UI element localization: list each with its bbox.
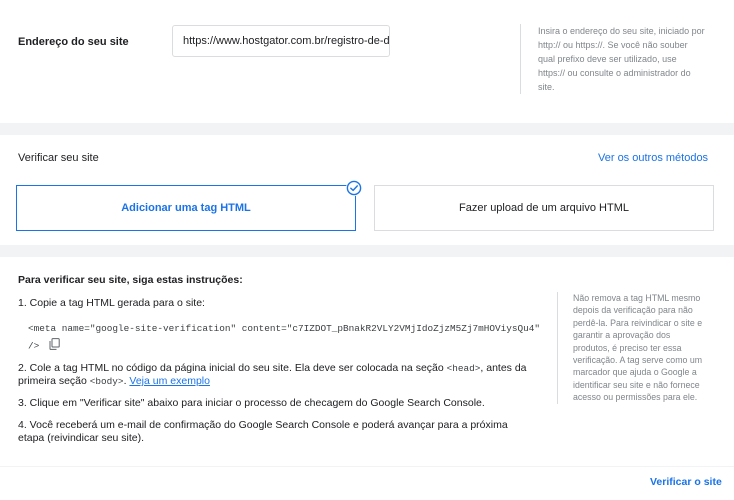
site-address-help: Insira o endereço do seu site, iniciado … [520,24,705,94]
step-2-text: 2. Cole a tag HTML no código da página i… [18,362,444,374]
method-upload-file-label: Fazer upload de um arquivo HTML [459,202,629,214]
instructions-side-note: Não remova a tag HTML mesmo depois da ve… [557,292,707,404]
step-2: 2. Cole a tag HTML no código da página i… [18,362,527,387]
instructions-title: Para verificar seu site, siga estas inst… [18,274,243,286]
other-methods-link[interactable]: Ver os outros métodos [598,152,708,164]
meta-tag-code: <meta name="google-site-verification" co… [28,322,548,354]
method-upload-file-option[interactable]: Fazer upload de um arquivo HTML [374,185,714,231]
verify-site-button[interactable]: Verificar o site [650,476,722,488]
meta-tag-line-2: /> [28,340,40,352]
meta-tag-line-1: <meta name="google-site-verification" co… [28,323,540,334]
verify-title: Verificar seu site [18,152,99,164]
step-4: 4. Você receberá um e-mail de confirmaçã… [18,419,508,444]
body-tag-code: <body> [89,376,124,387]
head-tag-code: <head> [446,363,481,374]
site-address-label: Endereço do seu site [18,36,129,48]
site-url-input[interactable]: https://www.hostgator.com.br/registro-de… [172,25,390,57]
step-3: 3. Clique em "Verificar site" abaixo par… [18,397,485,409]
footer-card [0,467,734,500]
method-html-tag-option[interactable]: Adicionar uma tag HTML [16,185,356,231]
selected-check-icon [346,180,362,196]
site-address-card: Endereço do seu site https://www.hostgat… [0,0,734,123]
step-1: 1. Copie a tag HTML gerada para o site: [18,297,205,309]
see-example-link[interactable]: Veja um exemplo [129,375,210,387]
method-html-tag-label: Adicionar uma tag HTML [121,202,251,214]
copy-icon[interactable] [49,338,60,354]
